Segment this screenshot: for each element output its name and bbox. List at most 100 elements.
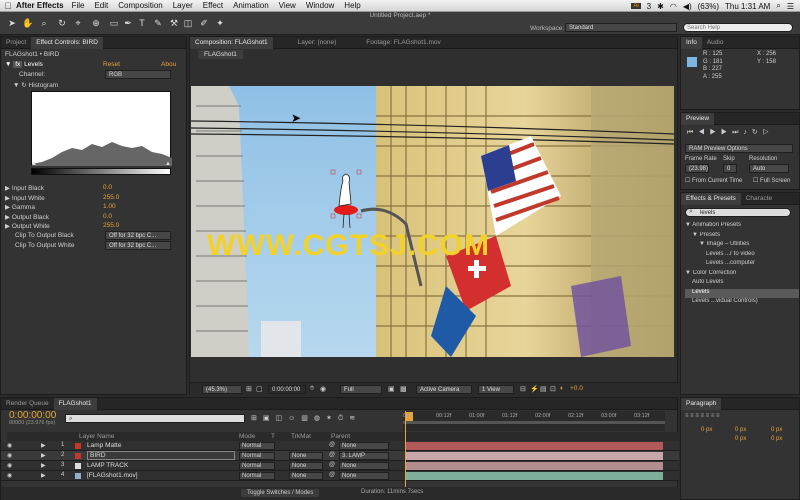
fast-previews-icon[interactable]: ⚡ bbox=[530, 385, 539, 393]
layer-color-swatch[interactable] bbox=[75, 463, 81, 469]
effects-tree-item[interactable]: ▼ Presets bbox=[685, 232, 799, 242]
zoom-tool-icon[interactable]: ⌕ bbox=[38, 17, 50, 29]
grid-icon[interactable]: ⊞ bbox=[246, 385, 252, 393]
layer-trkmat-select[interactable]: None bbox=[289, 452, 323, 460]
mask-visibility-icon[interactable]: ▢ bbox=[256, 385, 263, 393]
gamma-value[interactable]: 1.00 bbox=[103, 203, 116, 210]
live-update-icon[interactable]: ▣ bbox=[263, 415, 276, 422]
menu-effect[interactable]: Effect bbox=[203, 1, 223, 10]
battery-status[interactable]: (63%) bbox=[698, 2, 719, 11]
layer-name[interactable]: LAMP TRACK bbox=[87, 462, 128, 469]
current-time-display[interactable]: 0:00:00:00 bbox=[268, 385, 306, 394]
frame-blending-icon[interactable]: ▥ bbox=[301, 415, 314, 422]
layer-mode-select[interactable]: Normal bbox=[239, 462, 275, 470]
resolution-select[interactable]: Auto bbox=[749, 164, 789, 173]
spotlight-icon[interactable]: ⌕ bbox=[776, 1, 780, 11]
timeline-search-input[interactable]: ⌕ bbox=[65, 414, 245, 423]
expand-layer-icon[interactable]: ▶ bbox=[41, 462, 46, 469]
camera-tool-icon[interactable]: ⌖ bbox=[72, 17, 84, 29]
view-layout-select[interactable]: 1 View bbox=[478, 385, 514, 394]
ram-preview-select[interactable]: RAM Preview Options bbox=[685, 144, 793, 153]
current-time-indicator[interactable] bbox=[405, 411, 406, 487]
audio-icon[interactable]: ♪ bbox=[743, 129, 752, 136]
clip-output-white-select[interactable]: Off for 32 bpc C... bbox=[105, 241, 171, 250]
timeline-layer-row[interactable]: ◉ ▶ 3 LAMP TRACK Normal None @ None bbox=[1, 461, 679, 471]
menu-view[interactable]: View bbox=[279, 1, 296, 10]
input-white-handle-icon[interactable]: ▲ bbox=[165, 161, 171, 167]
histogram-chart[interactable] bbox=[31, 91, 172, 166]
visibility-eye-icon[interactable]: ◉ bbox=[7, 462, 12, 469]
timeline-layer-row[interactable]: ◉ ▶ 2 BIRD Normal None @3. LAMP bbox=[1, 451, 679, 461]
effects-tree-item[interactable]: Levels ...vidual Controls) bbox=[685, 298, 799, 308]
param-output-white[interactable]: ▶ Output White bbox=[5, 222, 50, 231]
toggle-switches-modes-button[interactable]: Toggle Switches / Modes bbox=[241, 489, 320, 497]
first-frame-icon[interactable]: ⏮ bbox=[687, 129, 698, 136]
camera-select[interactable]: Active Camera bbox=[416, 385, 472, 394]
transparency-grid-icon[interactable]: ▩ bbox=[400, 385, 407, 393]
layer-duration-bar[interactable] bbox=[406, 462, 663, 470]
zoom-select[interactable]: (45.3%) bbox=[202, 385, 242, 394]
tab-footage[interactable]: Footage: FLAGshot1.mov bbox=[361, 37, 445, 49]
tab-composition[interactable]: Composition: FLAGshot1 bbox=[190, 36, 273, 49]
next-frame-icon[interactable]: ▶ bbox=[721, 129, 732, 136]
clone-tool-icon[interactable]: ⚒ bbox=[168, 17, 180, 29]
from-current-checkbox[interactable]: ☐ From Current Time bbox=[685, 177, 742, 184]
layer-duration-bar[interactable] bbox=[406, 452, 663, 460]
timeline-layer-row[interactable]: ◉ ▶ 1 Lamp Matte Normal @ None bbox=[1, 441, 679, 451]
brush-tool-icon[interactable]: ✎ bbox=[152, 17, 164, 29]
channel-select[interactable]: RGB bbox=[105, 70, 171, 79]
expand-layer-icon[interactable]: ▶ bbox=[41, 442, 46, 449]
volume-icon[interactable]: ◀) bbox=[683, 2, 692, 11]
layer-duration-bar[interactable] bbox=[406, 472, 663, 480]
effects-tree-item[interactable]: Auto Levels bbox=[685, 279, 799, 289]
shy-icon[interactable]: ☺ bbox=[288, 415, 301, 422]
effects-tree-item[interactable]: Levels ...computer bbox=[685, 260, 799, 270]
layer-trkmat-select[interactable]: None bbox=[289, 462, 323, 470]
wifi-icon[interactable]: ◠ bbox=[670, 2, 677, 11]
full-screen-checkbox[interactable]: ☐ Full Screen bbox=[753, 177, 790, 184]
layer-color-swatch[interactable] bbox=[75, 453, 81, 459]
tab-paragraph[interactable]: Paragraph bbox=[681, 397, 722, 410]
selection-tool-icon[interactable]: ➤ bbox=[6, 17, 18, 29]
layer-parent-select[interactable]: None bbox=[339, 462, 389, 470]
param-input-white[interactable]: ▶ Input White bbox=[5, 194, 45, 203]
composition-viewer[interactable]: WWW.CGTSJ.COM ➤ bbox=[191, 86, 674, 357]
effects-tree-item[interactable]: ▼ Color Correction bbox=[685, 270, 799, 280]
effects-search-input[interactable]: levels bbox=[685, 208, 791, 217]
visibility-eye-icon[interactable]: ◉ bbox=[7, 442, 12, 449]
tab-flagshot1-timeline[interactable]: FLAGshot1 bbox=[53, 397, 97, 410]
indent-right-value[interactable]: 0 px bbox=[735, 427, 746, 433]
eraser-tool-icon[interactable]: ◫ bbox=[182, 17, 194, 29]
output-black-value[interactable]: 0.0 bbox=[103, 213, 112, 220]
input-white-value[interactable]: 255.0 bbox=[103, 194, 119, 201]
apple-menu-icon[interactable]:  bbox=[0, 1, 16, 11]
parent-pickwhip-icon[interactable]: @ bbox=[329, 472, 335, 478]
puppet-tool-icon[interactable]: ✦ bbox=[214, 17, 226, 29]
timeline-icon[interactable]: ▤ bbox=[540, 385, 547, 393]
layer-parent-select[interactable]: 3. LAMP bbox=[339, 452, 389, 460]
notification-badge[interactable]: 3 bbox=[647, 2, 651, 11]
layer-trkmat-select[interactable]: None bbox=[289, 472, 323, 480]
header-t[interactable]: T bbox=[271, 433, 275, 440]
pan-behind-tool-icon[interactable]: ⊕ bbox=[90, 17, 102, 29]
menu-animation[interactable]: Animation bbox=[233, 1, 269, 10]
output-white-value[interactable]: 255.0 bbox=[103, 222, 119, 229]
space-after-value[interactable]: 0 px bbox=[771, 436, 782, 442]
tab-render-queue[interactable]: Render Queue bbox=[1, 398, 54, 410]
snapshot-icon[interactable]: ⌾ bbox=[310, 385, 314, 393]
parent-pickwhip-icon[interactable]: @ bbox=[329, 462, 335, 468]
tab-layer[interactable]: Layer: (none) bbox=[293, 37, 342, 49]
toggle-pixel-aspect-icon[interactable]: ⊟ bbox=[520, 385, 526, 393]
brainstorm-icon[interactable]: ✶ bbox=[326, 415, 338, 422]
tab-audio[interactable]: Audio bbox=[702, 37, 729, 49]
layer-parent-select[interactable]: None bbox=[339, 472, 389, 480]
tab-character[interactable]: Characte bbox=[741, 193, 777, 205]
draft-3d-icon[interactable]: ◫ bbox=[276, 415, 289, 422]
play-icon[interactable]: ▶ bbox=[710, 129, 721, 136]
prev-frame-icon[interactable]: ◀ bbox=[698, 129, 709, 136]
effects-tree-item[interactable]: ▼ Animation Presets bbox=[685, 222, 799, 232]
header-trkmat[interactable]: TrkMat bbox=[291, 433, 311, 440]
exposure-value[interactable]: +0.0 bbox=[570, 385, 583, 392]
comp-mini-flowchart-icon[interactable]: ⊞ bbox=[251, 415, 263, 422]
show-channel-icon[interactable]: ◉ bbox=[320, 385, 326, 393]
